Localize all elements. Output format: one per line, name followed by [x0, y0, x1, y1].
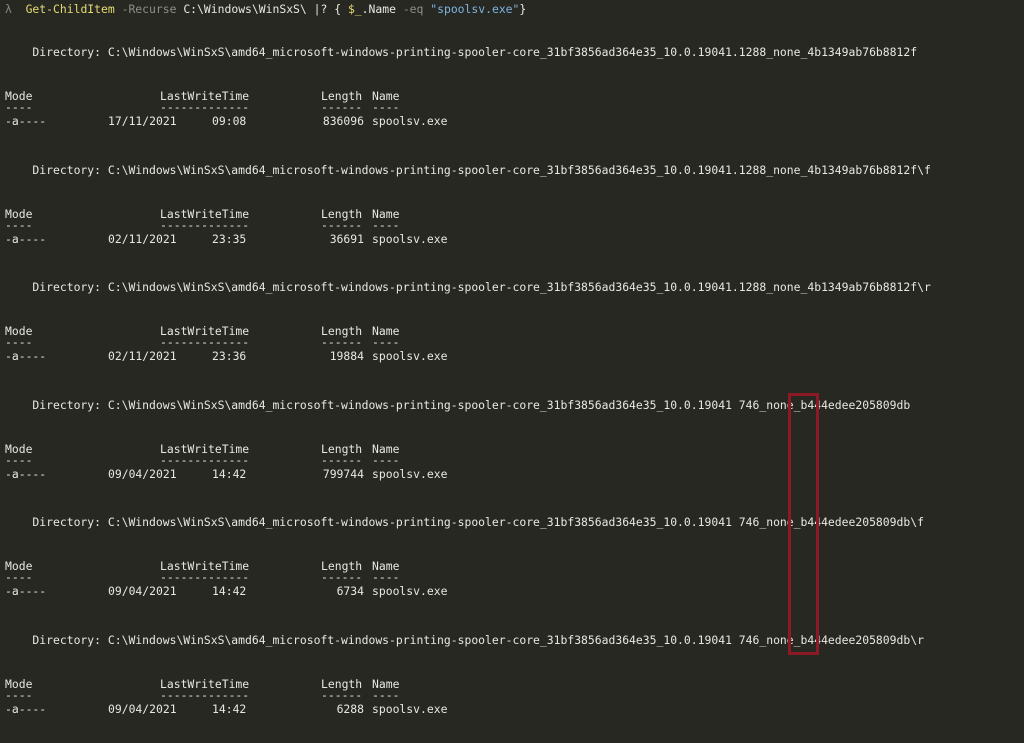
- file-time: 09:08: [212, 114, 247, 128]
- file-date: 09/04/2021: [108, 702, 177, 716]
- header-lastwritetime-underline: -------------: [160, 335, 250, 349]
- file-length: 19884: [329, 349, 364, 363]
- directory-line: Directory: C:\Windows\WinSxS\amd64_micro…: [5, 163, 931, 177]
- header-length-underline: ------: [321, 100, 363, 114]
- path-argument: C:\Windows\WinSxS\: [183, 2, 307, 16]
- file-name: spoolsv.exe: [372, 349, 448, 363]
- eq-operator: -eq: [402, 2, 424, 16]
- file-date: 02/11/2021: [108, 232, 177, 246]
- file-date: 02/11/2021: [108, 349, 177, 363]
- header-mode-underline: ----: [5, 100, 33, 114]
- header-name-underline: ----: [372, 570, 400, 584]
- file-time: 14:42: [212, 584, 247, 598]
- header-name-underline: ----: [372, 453, 400, 467]
- file-mode: -a----: [5, 584, 47, 598]
- file-mode: -a----: [5, 349, 47, 363]
- directory-line: Directory: C:\Windows\WinSxS\amd64_micro…: [5, 280, 931, 294]
- header-name-underline: ----: [372, 335, 400, 349]
- file-name: spoolsv.exe: [372, 114, 448, 128]
- command-prompt-line: λ Get-ChildItem -Recurse C:\Windows\WinS…: [5, 2, 526, 16]
- directory-line: Directory: C:\Windows\WinSxS\amd64_micro…: [5, 633, 924, 647]
- directory-line: Directory: C:\Windows\WinSxS\amd64_micro…: [5, 515, 924, 529]
- header-length-underline: ------: [321, 570, 363, 584]
- file-length: 6288: [336, 702, 364, 716]
- file-length: 836096: [322, 114, 364, 128]
- pipeline-variable: $_: [347, 2, 362, 16]
- header-mode-underline: ----: [5, 453, 33, 467]
- file-name: spoolsv.exe: [372, 467, 448, 481]
- header-length-underline: ------: [321, 688, 363, 702]
- header-mode-underline: ----: [5, 570, 33, 584]
- file-mode: -a----: [5, 114, 47, 128]
- prompt-symbol: λ: [5, 2, 12, 16]
- header-mode-underline: ----: [5, 688, 33, 702]
- open-brace: {: [334, 2, 342, 16]
- header-lastwritetime-underline: -------------: [160, 100, 250, 114]
- file-length: 799744: [322, 467, 364, 481]
- header-length-underline: ------: [321, 453, 363, 467]
- file-date: 17/11/2021: [108, 114, 177, 128]
- header-name-underline: ----: [372, 688, 400, 702]
- header-length-underline: ------: [321, 218, 363, 232]
- terminal-window[interactable]: λ Get-ChildItem -Recurse C:\Windows\WinS…: [0, 0, 1024, 743]
- directory-line: Directory: C:\Windows\WinSxS\amd64_micro…: [5, 398, 911, 412]
- cmdlet-name: Get-ChildItem: [25, 2, 115, 16]
- highlight-annotation-box: [788, 393, 819, 655]
- name-property: .Name: [361, 2, 396, 16]
- file-length: 6734: [336, 584, 364, 598]
- header-lastwritetime-underline: -------------: [160, 688, 250, 702]
- file-date: 09/04/2021: [108, 584, 177, 598]
- file-time: 23:35: [212, 232, 247, 246]
- file-name: spoolsv.exe: [372, 584, 448, 598]
- file-mode: -a----: [5, 702, 47, 716]
- header-lastwritetime-underline: -------------: [160, 453, 250, 467]
- file-time: 14:42: [212, 702, 247, 716]
- file-time: 23:36: [212, 349, 247, 363]
- file-time: 14:42: [212, 467, 247, 481]
- header-name-underline: ----: [372, 100, 400, 114]
- header-mode-underline: ----: [5, 335, 33, 349]
- recurse-switch: -Recurse: [121, 2, 177, 16]
- file-date: 09/04/2021: [108, 467, 177, 481]
- file-name: spoolsv.exe: [372, 232, 448, 246]
- header-mode-underline: ----: [5, 218, 33, 232]
- header-name-underline: ----: [372, 218, 400, 232]
- file-mode: -a----: [5, 467, 47, 481]
- header-lastwritetime-underline: -------------: [160, 570, 250, 584]
- pipe-where: |?: [313, 2, 328, 16]
- header-lastwritetime-underline: -------------: [160, 218, 250, 232]
- header-length-underline: ------: [321, 335, 363, 349]
- directory-line: Directory: C:\Windows\WinSxS\amd64_micro…: [5, 45, 918, 59]
- file-length: 36691: [329, 232, 364, 246]
- file-name: spoolsv.exe: [372, 702, 448, 716]
- file-mode: -a----: [5, 232, 47, 246]
- filter-value: "spoolsv.exe": [430, 2, 520, 16]
- close-brace: }: [519, 2, 527, 16]
